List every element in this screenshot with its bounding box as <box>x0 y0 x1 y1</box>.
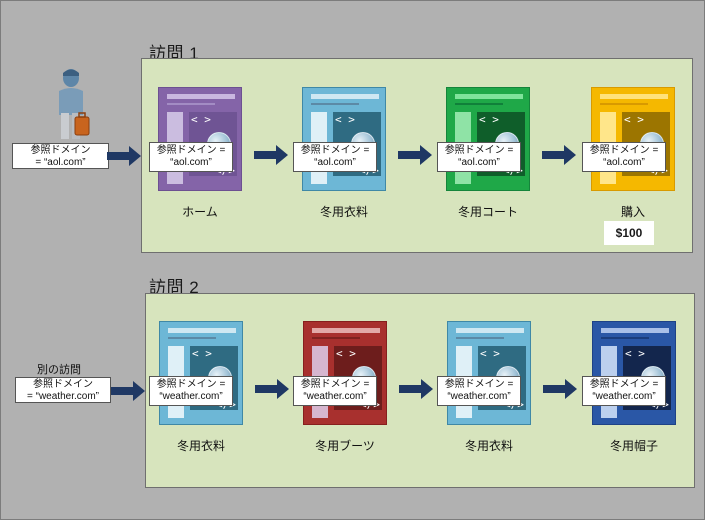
page-text-line <box>168 337 216 339</box>
page-caption: 冬用衣料 <box>319 205 368 219</box>
web-page-icon: < ></> <box>303 321 387 425</box>
code-tag-icon: < > <box>479 113 499 126</box>
page-text-line <box>600 103 648 105</box>
page-caption: 冬用衣料 <box>464 439 513 453</box>
page-header-bar <box>455 94 523 99</box>
right-arrow-icon <box>543 379 577 399</box>
page-header-bar <box>312 328 380 333</box>
other-visit-label: 別の訪問 <box>37 364 81 376</box>
diagram-canvas: 訪問 1 参照ドメイン = “aol.com” 訪問 2 別の訪問 参照ドメイン… <box>0 0 705 520</box>
right-arrow-icon <box>107 146 141 166</box>
web-page-icon: < ></> <box>446 87 530 191</box>
price-badge: $100 <box>604 221 654 245</box>
referrer-domain-label: 参照ドメイン = “weather.com” <box>149 376 233 406</box>
code-tag-icon: < > <box>192 347 212 360</box>
page-text-line <box>456 337 504 339</box>
right-arrow-icon <box>398 145 432 165</box>
web-page-icon: < ></> <box>592 321 676 425</box>
page-text-line <box>601 337 649 339</box>
visit1-source-label: 参照ドメイン = “aol.com” <box>12 143 109 169</box>
source-label-text: 参照ドメイン = “aol.com” <box>30 145 91 168</box>
page-header-bar <box>311 94 379 99</box>
page-text-line <box>455 103 503 105</box>
web-page-icon: < ></> <box>159 321 243 425</box>
page-header-bar <box>456 328 524 333</box>
code-tag-icon: < > <box>336 347 356 360</box>
code-tag-icon: < > <box>335 113 355 126</box>
referrer-domain-label: 参照ドメイン = “aol.com” <box>437 142 521 172</box>
page-caption: ホーム <box>182 205 218 219</box>
code-tag-icon: < > <box>625 347 645 360</box>
right-arrow-icon <box>399 379 433 399</box>
page-header-bar <box>168 328 236 333</box>
code-tag-icon: < > <box>191 113 211 126</box>
page-text-line <box>312 337 360 339</box>
page-caption: 冬用ブーツ <box>315 439 375 453</box>
visit2-source-label: 参照ドメイン = “weather.com” <box>15 377 111 403</box>
page-header-bar <box>601 328 669 333</box>
web-page-icon: < ></> <box>302 87 386 191</box>
page-text-line <box>167 103 215 105</box>
code-tag-icon: < > <box>480 347 500 360</box>
right-arrow-icon <box>111 381 145 401</box>
web-page-icon: < ></> <box>447 321 531 425</box>
web-page-icon: < ></> <box>158 87 242 191</box>
page-caption: 冬用コート <box>457 205 518 219</box>
referrer-domain-label: 参照ドメイン = “weather.com” <box>582 376 666 406</box>
page-caption: 購入 <box>620 205 645 219</box>
referrer-domain-label: 参照ドメイン = “aol.com” <box>293 142 377 172</box>
page-text-line <box>311 103 359 105</box>
web-page-icon: < ></> <box>591 87 675 191</box>
referrer-domain-label: 参照ドメイン = “weather.com” <box>293 376 377 406</box>
referrer-domain-label: 参照ドメイン = “aol.com” <box>149 142 233 172</box>
page-caption: 冬用衣料 <box>176 439 225 453</box>
right-arrow-icon <box>542 145 576 165</box>
code-tag-icon: < > <box>624 113 644 126</box>
referrer-domain-label: 参照ドメイン = “aol.com” <box>582 142 666 172</box>
source-label-text: 参照ドメイン = “weather.com” <box>27 379 99 402</box>
page-header-bar <box>167 94 235 99</box>
referrer-domain-label: 参照ドメイン = “weather.com” <box>437 376 521 406</box>
page-caption: 冬用帽子 <box>609 439 658 453</box>
page-header-bar <box>600 94 668 99</box>
right-arrow-icon <box>255 379 289 399</box>
person-with-suitcase-icon <box>59 69 90 139</box>
right-arrow-icon <box>254 145 288 165</box>
